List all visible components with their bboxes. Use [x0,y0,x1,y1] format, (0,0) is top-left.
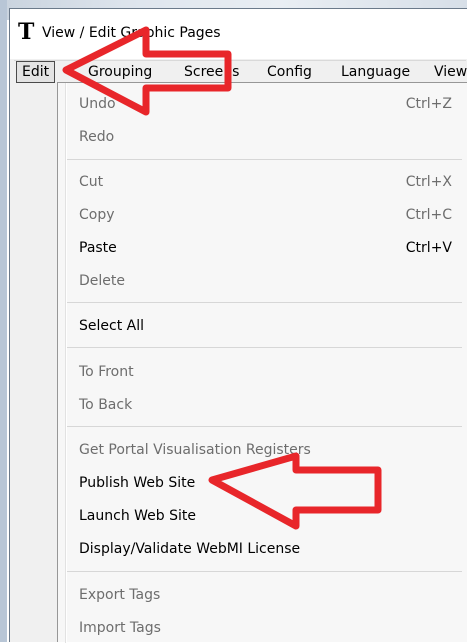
menu-item-label: To Front [79,364,134,380]
edit-dropdown-menu: Undo Ctrl+Z Redo Cut Ctrl+X Copy Ctrl+C … [57,82,467,643]
menu-item-label: Redo [79,129,115,145]
menu-item-label: Import Tags [79,620,161,636]
menu-view[interactable]: View [429,62,467,82]
menu-item-export-tags[interactable]: Export Tags [67,580,462,610]
menu-item-publish-web-site[interactable]: Publish Web Site [67,468,462,498]
menu-item-paste[interactable]: Paste Ctrl+V [67,233,462,263]
menu-item-label: Display/Validate WebMI License [79,541,301,557]
menu-item-shortcut: Ctrl+X [405,174,452,190]
menu-separator [67,347,462,348]
menu-item-label: Copy [79,207,115,223]
menu-item-label: Export Tags [79,587,161,603]
menu-separator [67,571,462,572]
menu-item-shortcut: Ctrl+V [405,240,452,256]
menu-item-shortcut: Ctrl+C [405,207,452,223]
menu-item-label: Paste [79,240,117,256]
menu-item-get-portal-registers[interactable]: Get Portal Visualisation Registers [67,435,462,465]
menu-item-display-license[interactable]: Display/Validate WebMI License [67,534,462,564]
menu-item-label: Publish Web Site [79,475,196,491]
menu-config[interactable]: Config [262,62,317,82]
menu-item-cut[interactable]: Cut Ctrl+X [67,167,462,197]
menu-item-shortcut: Ctrl+Z [405,96,452,112]
menu-item-to-front[interactable]: To Front [67,357,462,387]
menu-language[interactable]: Language [336,62,415,82]
menu-item-delete[interactable]: Delete [67,266,462,296]
window-title: View / Edit Graphic Pages [42,25,221,41]
menu-item-label: Launch Web Site [79,508,196,524]
menu-item-import-tags[interactable]: Import Tags [67,613,462,643]
menu-separator [67,302,462,303]
menu-grouping[interactable]: Grouping [83,62,157,82]
menu-item-launch-web-site[interactable]: Launch Web Site [67,501,462,531]
title-bar: T View / Edit Graphic Pages [10,9,467,59]
menu-item-label: Get Portal Visualisation Registers [79,442,311,458]
menu-item-label: To Back [79,397,133,413]
menu-item-undo[interactable]: Undo Ctrl+Z [67,89,462,119]
menu-separator [67,159,462,160]
menu-bar: Edit Grouping Screens Config Language Vi… [14,60,467,83]
app-icon: T [18,19,35,45]
menu-item-label: Delete [79,273,125,289]
menu-item-label: Select All [79,318,144,334]
menu-item-label: Cut [79,174,104,190]
menu-item-to-back[interactable]: To Back [67,390,462,420]
menu-item-select-all[interactable]: Select All [67,311,462,341]
menu-item-label: Undo [79,96,116,112]
menu-edit[interactable]: Edit [16,61,56,83]
menu-screens[interactable]: Screens [179,62,244,82]
menu-separator [67,426,462,427]
menu-item-redo[interactable]: Redo [67,122,462,152]
menu-item-copy[interactable]: Copy Ctrl+C [67,200,462,230]
